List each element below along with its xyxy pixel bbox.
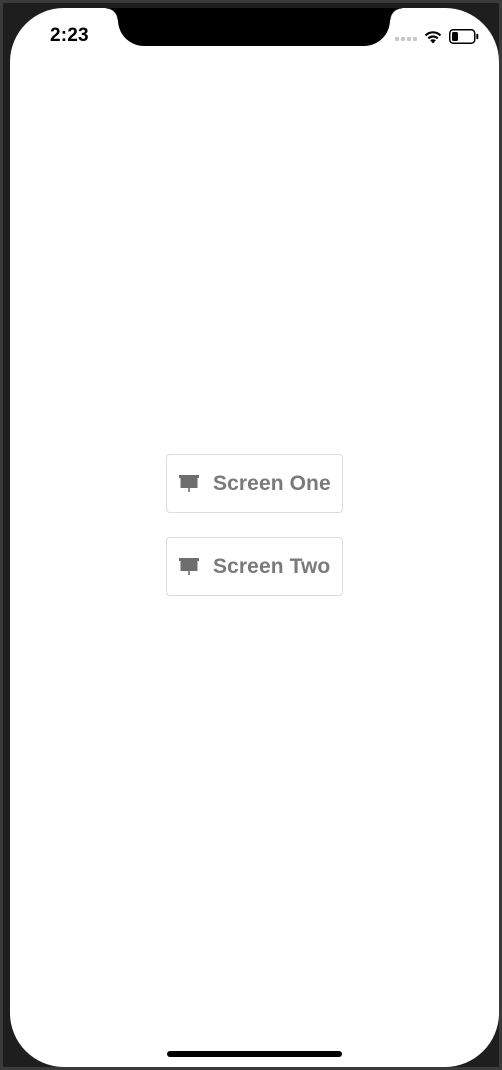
main-content: Screen One Screen Two xyxy=(10,8,499,1067)
home-indicator[interactable] xyxy=(167,1051,342,1057)
screen-one-button[interactable]: Screen One xyxy=(166,454,343,513)
screen-one-label: Screen One xyxy=(213,471,331,495)
phone-screen: 2:23 Screen One Screen Two xyxy=(10,8,499,1067)
presentation-icon xyxy=(178,556,200,578)
device-frame: 2:23 Screen One Screen Two xyxy=(0,0,502,1070)
screen-two-button[interactable]: Screen Two xyxy=(166,537,343,596)
screen-two-label: Screen Two xyxy=(213,554,331,578)
presentation-icon xyxy=(178,473,200,495)
